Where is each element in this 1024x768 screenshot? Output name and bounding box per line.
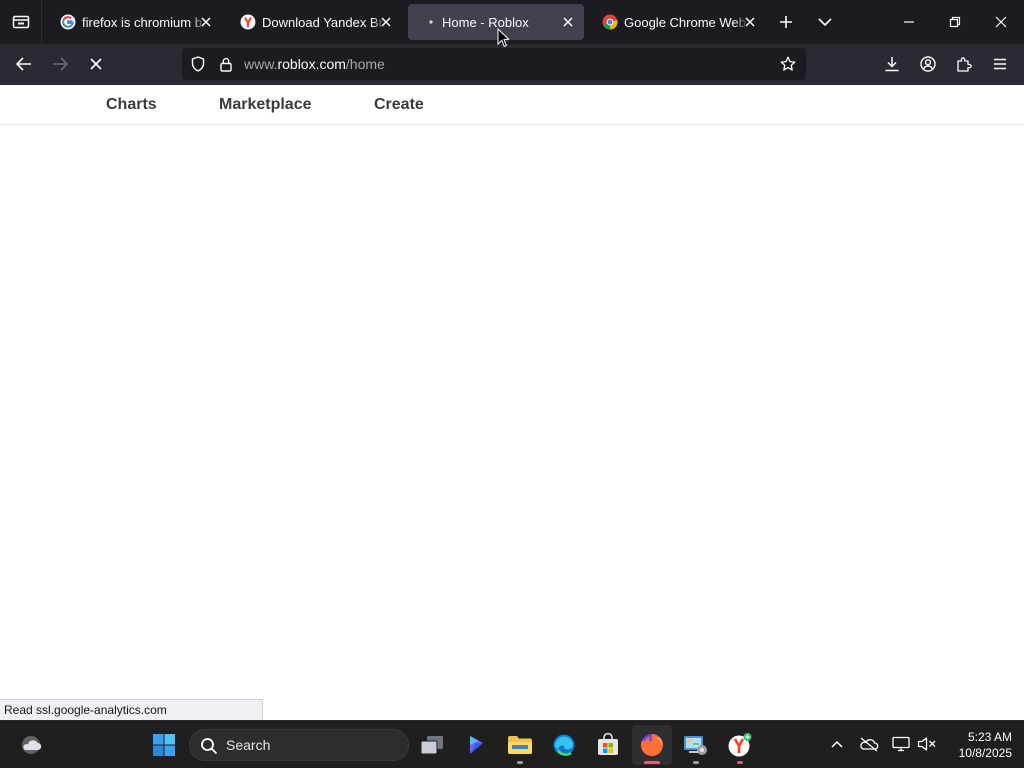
speaker-muted-icon (917, 737, 936, 751)
firefox-icon (640, 734, 663, 756)
nav-charts-link[interactable]: Charts (106, 96, 157, 114)
url-path: /home (345, 56, 385, 72)
yandex-browser-button[interactable] (720, 725, 760, 765)
hamburger-menu-icon (994, 58, 1006, 70)
navigation-toolbar: www.roblox.com/home (0, 44, 1024, 85)
google-icon (60, 14, 76, 30)
puzzle-icon (957, 57, 972, 72)
onedrive-offline-icon (860, 737, 879, 752)
control-panel-icon (684, 736, 707, 755)
microsoft-store-button[interactable] (588, 725, 628, 765)
url-prefix: www. (244, 56, 278, 72)
url-text[interactable]: www.roblox.com/home (244, 56, 385, 72)
running-indicator (693, 761, 699, 764)
web-page-content: Charts Marketplace Create Read ssl.googl… (0, 85, 1024, 720)
search-label: Search (226, 737, 271, 753)
new-tab-button[interactable] (770, 6, 802, 38)
forward-button[interactable] (44, 48, 76, 80)
edge-icon (553, 734, 575, 756)
search-icon (201, 738, 218, 755)
show-hidden-icons-button[interactable] (826, 733, 848, 755)
clock-date: 10/8/2025 (958, 746, 1012, 760)
tab-title: firefox is chromium bas (82, 14, 206, 30)
clock-time: 5:23 AM (967, 730, 1012, 744)
minimize-button[interactable] (886, 0, 932, 44)
taskbar: Search 5:23 AM 10/8/2025 (0, 720, 1024, 768)
task-view-button[interactable] (412, 725, 452, 765)
forward-arrow-icon (53, 57, 68, 71)
stop-loading-button[interactable] (80, 48, 112, 80)
running-indicator (737, 761, 743, 764)
onedrive-tray-button[interactable] (858, 733, 880, 755)
account-icon (920, 56, 936, 72)
folder-icon (508, 736, 532, 754)
control-panel-button[interactable] (676, 725, 716, 765)
firefox-view-button[interactable] (0, 0, 42, 44)
restore-icon (949, 16, 961, 28)
tab-strip: firefox is chromium bas Download Yandex … (0, 0, 1024, 44)
loading-dot-icon (420, 14, 436, 30)
account-button[interactable] (912, 48, 944, 80)
extensions-button[interactable] (948, 48, 980, 80)
task-view-icon (420, 736, 443, 755)
chevron-up-icon (831, 740, 843, 748)
tab-title: Download Yandex Brow (262, 14, 386, 30)
running-indicator (644, 761, 660, 764)
widgets-button[interactable] (12, 725, 52, 765)
restore-button[interactable] (932, 0, 978, 44)
network-monitor-icon (892, 736, 910, 752)
chrome-icon (602, 14, 618, 30)
firefox-taskbar-button[interactable] (632, 725, 672, 765)
edge-button[interactable] (544, 725, 584, 765)
tracking-protection-icon[interactable] (190, 56, 206, 72)
store-bag-icon (598, 733, 618, 755)
copilot-button[interactable] (456, 725, 496, 765)
bookmark-star-icon[interactable] (780, 56, 796, 72)
weather-cloud-icon (22, 736, 42, 754)
back-button[interactable] (8, 48, 40, 80)
start-button[interactable] (144, 725, 184, 765)
close-window-button[interactable] (978, 0, 1024, 44)
close-tab-icon[interactable] (558, 12, 578, 32)
chevron-down-icon (818, 18, 832, 27)
plus-icon (780, 16, 792, 28)
url-domain: roblox.com (277, 56, 346, 72)
close-tab-icon[interactable] (376, 12, 396, 32)
volume-tray-button[interactable] (916, 733, 938, 755)
running-indicator (517, 761, 523, 764)
copilot-icon (470, 736, 483, 754)
minimize-icon (904, 21, 914, 23)
tab-home-roblox[interactable]: Home - Roblox (408, 4, 584, 40)
close-tab-icon[interactable] (740, 12, 760, 32)
site-header: Charts Marketplace Create (0, 85, 1024, 125)
nav-marketplace-link[interactable]: Marketplace (219, 96, 312, 114)
download-icon (885, 57, 899, 72)
stop-icon (90, 58, 102, 70)
list-all-tabs-button[interactable] (809, 6, 841, 38)
status-bar: Read ssl.google-analytics.com (0, 699, 263, 720)
taskbar-clock[interactable]: 5:23 AM 10/8/2025 (942, 729, 1012, 761)
back-arrow-icon (16, 57, 31, 71)
yandex-icon (240, 14, 256, 30)
tab-title: Google Chrome Web B (624, 14, 748, 30)
close-tab-icon[interactable] (196, 12, 216, 32)
yandex-browser-icon (728, 733, 752, 757)
tab-download-yandex[interactable]: Download Yandex Brow (228, 4, 402, 40)
downloads-button[interactable] (876, 48, 908, 80)
mouse-pointer-icon (497, 28, 509, 48)
app-menu-button[interactable] (984, 48, 1016, 80)
tab-firefox-chromium[interactable]: firefox is chromium bas (48, 4, 222, 40)
url-bar[interactable]: www.roblox.com/home (182, 48, 806, 80)
file-explorer-button[interactable] (500, 725, 540, 765)
close-icon (995, 16, 1007, 28)
lock-icon[interactable] (218, 56, 234, 72)
firefox-view-icon (12, 15, 29, 29)
windows-logo-icon (153, 734, 175, 756)
taskbar-search-box[interactable]: Search (189, 729, 409, 761)
nav-create-link[interactable]: Create (374, 96, 424, 114)
network-tray-button[interactable] (890, 733, 912, 755)
tab-chrome-web-store[interactable]: Google Chrome Web B (590, 4, 762, 40)
